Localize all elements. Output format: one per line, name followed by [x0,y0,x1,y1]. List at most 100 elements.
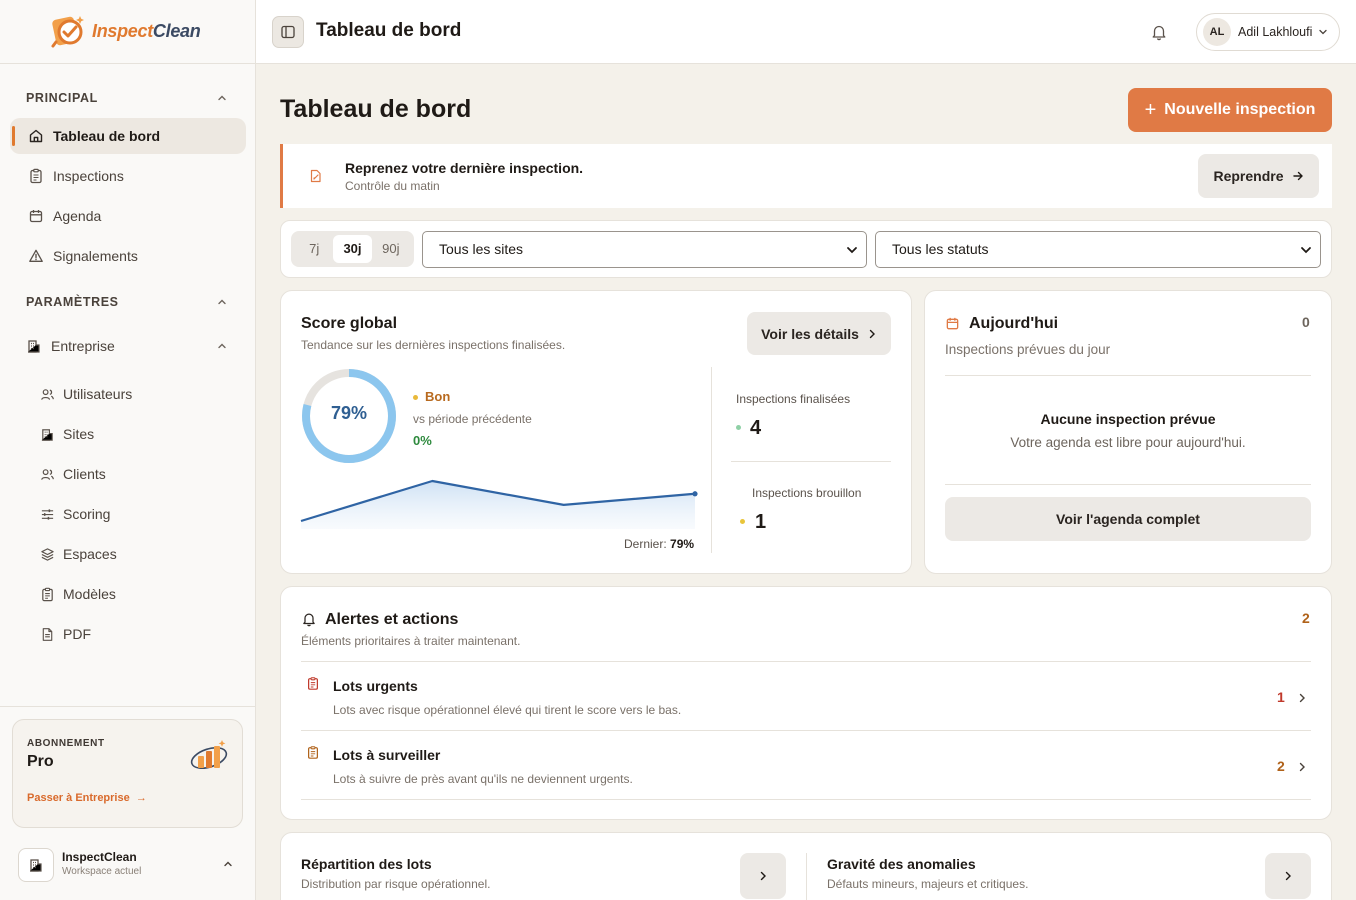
distribution-title: Répartition des lots [301,856,432,872]
trend-point [692,491,698,497]
user-menu[interactable]: AL Adil Lakhloufi [1196,13,1340,51]
finalized-dot [736,425,741,430]
alert-row-urgent[interactable]: Lots urgents Lots avec risque opérationn… [301,662,1311,730]
sliders-icon [41,508,54,520]
brand[interactable]: InspectClean [0,0,255,64]
bottom-divider [806,853,807,900]
sidebar-item-inspections[interactable]: Inspections [10,158,246,194]
sidebar-item-label: Utilisateurs [63,386,133,402]
home-icon [29,129,43,143]
chevron-right-icon [760,871,766,881]
sidebar-item-sites[interactable]: Sites [22,417,246,451]
score-last-label: Dernier: [624,537,667,551]
score-value: 79% [330,403,368,423]
alert-row-watch[interactable]: Lots à surveiller Lots à suivre de près … [301,731,1311,799]
resume-subtitle: Contrôle du matin [345,179,440,193]
plan-card: ABONNEMENT Pro Passer à Entreprise → [12,719,243,828]
site-select[interactable]: Tous les sites [422,231,867,268]
sidebar-item-label: Clients [63,466,106,482]
finalized-value: 4 [750,417,762,439]
building-icon [28,340,40,353]
alert-title: Lots à surveiller [333,747,441,763]
sidebar-item-entreprise[interactable]: Entreprise [10,328,246,364]
sidebar-item-agenda[interactable]: Agenda [10,198,246,234]
severity-open-button[interactable] [1265,853,1311,899]
notifications-bell-icon[interactable] [1150,23,1168,41]
today-empty-title: Aucune inspection prévue [1040,411,1216,427]
draft-value: 1 [755,511,767,533]
sidebar-item-pdf[interactable]: PDF [22,617,246,651]
period-30j[interactable]: 30j [333,235,372,263]
score-divider [711,367,712,553]
sidebar-item-dashboard[interactable]: Tableau de bord [10,118,246,154]
score-delta: 0% [413,433,432,448]
sidebar-item-scoring[interactable]: Scoring [22,497,246,531]
topbar: Tableau de bord AL Adil Lakhloufi [256,0,1356,64]
plan-kicker: ABONNEMENT [27,738,105,749]
sidebar-toggle-icon [281,25,295,39]
today-divider-bottom [945,484,1311,485]
workspace-icon [18,848,54,882]
period-90j[interactable]: 90j [372,235,410,263]
user-name: Adil Lakhloufi [1238,25,1313,39]
workspace-switcher[interactable]: InspectClean Workspace actuel [18,846,240,882]
distribution-open-button[interactable] [740,853,786,899]
sidebar-item-label: Tableau de bord [53,128,161,144]
alerts-bottom-divider [301,799,1311,800]
resume-title: Reprenez votre dernière inspection. [345,160,584,176]
sidebar-item-label: PDF [63,626,91,642]
resume-banner: Reprenez votre dernière inspection. Cont… [280,144,1332,208]
alerts-title: Alertes et actions [325,611,459,628]
view-agenda-button[interactable]: Voir l'agenda complet [945,497,1311,541]
today-empty-subtitle: Votre agenda est libre pour aujourd'hui. [1010,435,1246,450]
chevron-right-icon [1299,762,1305,772]
calendar-icon [946,317,959,330]
sidebar-divider [0,706,256,707]
collapse-entreprise-icon[interactable] [216,340,228,352]
sidebar-item-clients[interactable]: Clients [22,457,246,491]
sidebar-item-espaces[interactable]: Espaces [22,537,246,571]
alerts-subtitle: Éléments prioritaires à traiter maintena… [301,634,521,648]
users-icon [41,468,54,480]
section-label-parametres: PARAMÈTRES [26,295,119,309]
sidebar-item-signalements[interactable]: Signalements [10,238,246,274]
today-subtitle: Inspections prévues du jour [945,342,1111,357]
sidebar-item-utilisateurs[interactable]: Utilisateurs [22,377,246,411]
new-inspection-button[interactable]: + Nouvelle inspection [1128,88,1332,132]
view-details-button[interactable]: Voir les détails [747,312,891,355]
chevron-right-icon [869,329,875,338]
collapse-principal-icon[interactable] [216,92,228,104]
collapse-parametres-icon[interactable] [216,296,228,308]
status-select-value: Tous les statuts [892,241,989,257]
distribution-subtitle: Distribution par risque opérationnel. [301,877,491,891]
score-rating: Bon [413,389,450,404]
period-7j[interactable]: 7j [295,235,333,263]
alert-subtitle: Lots avec risque opérationnel élevé qui … [333,703,682,717]
section-label-principal: PRINCIPAL [26,91,98,105]
status-select[interactable]: Tous les statuts [875,231,1321,268]
sidebar-item-label: Espaces [63,546,117,562]
sidebar-item-modeles[interactable]: Modèles [22,577,246,611]
sidebar-toggle-button[interactable] [272,16,304,48]
workspace-sub: Workspace actuel [62,866,142,877]
calendar-icon [29,210,43,223]
chevron-up-icon [224,861,232,867]
users-icon [41,388,54,400]
clipboard-icon [42,587,53,601]
brand-name: InspectClean [92,21,201,41]
sidebar-item-label: Signalements [53,248,138,264]
view-details-label: Voir les détails [761,325,859,342]
resume-button[interactable]: Reprendre [1198,154,1319,198]
bottom-summary-card: Répartition des lots Distribution par ri… [280,832,1332,900]
stats-divider [731,461,891,462]
resume-button-label: Reprendre [1213,168,1284,184]
sidebar-item-label: Modèles [63,586,116,602]
plan-name: Pro [27,753,54,770]
upgrade-plan-link[interactable]: Passer à Entreprise → [27,792,147,804]
today-count: 0 [1302,314,1310,330]
file-icon [42,627,53,641]
sidebar-item-label: Scoring [63,506,111,522]
chevron-down-icon [1301,247,1311,254]
score-title: Score global [301,315,398,332]
chevron-right-icon [1285,871,1291,881]
